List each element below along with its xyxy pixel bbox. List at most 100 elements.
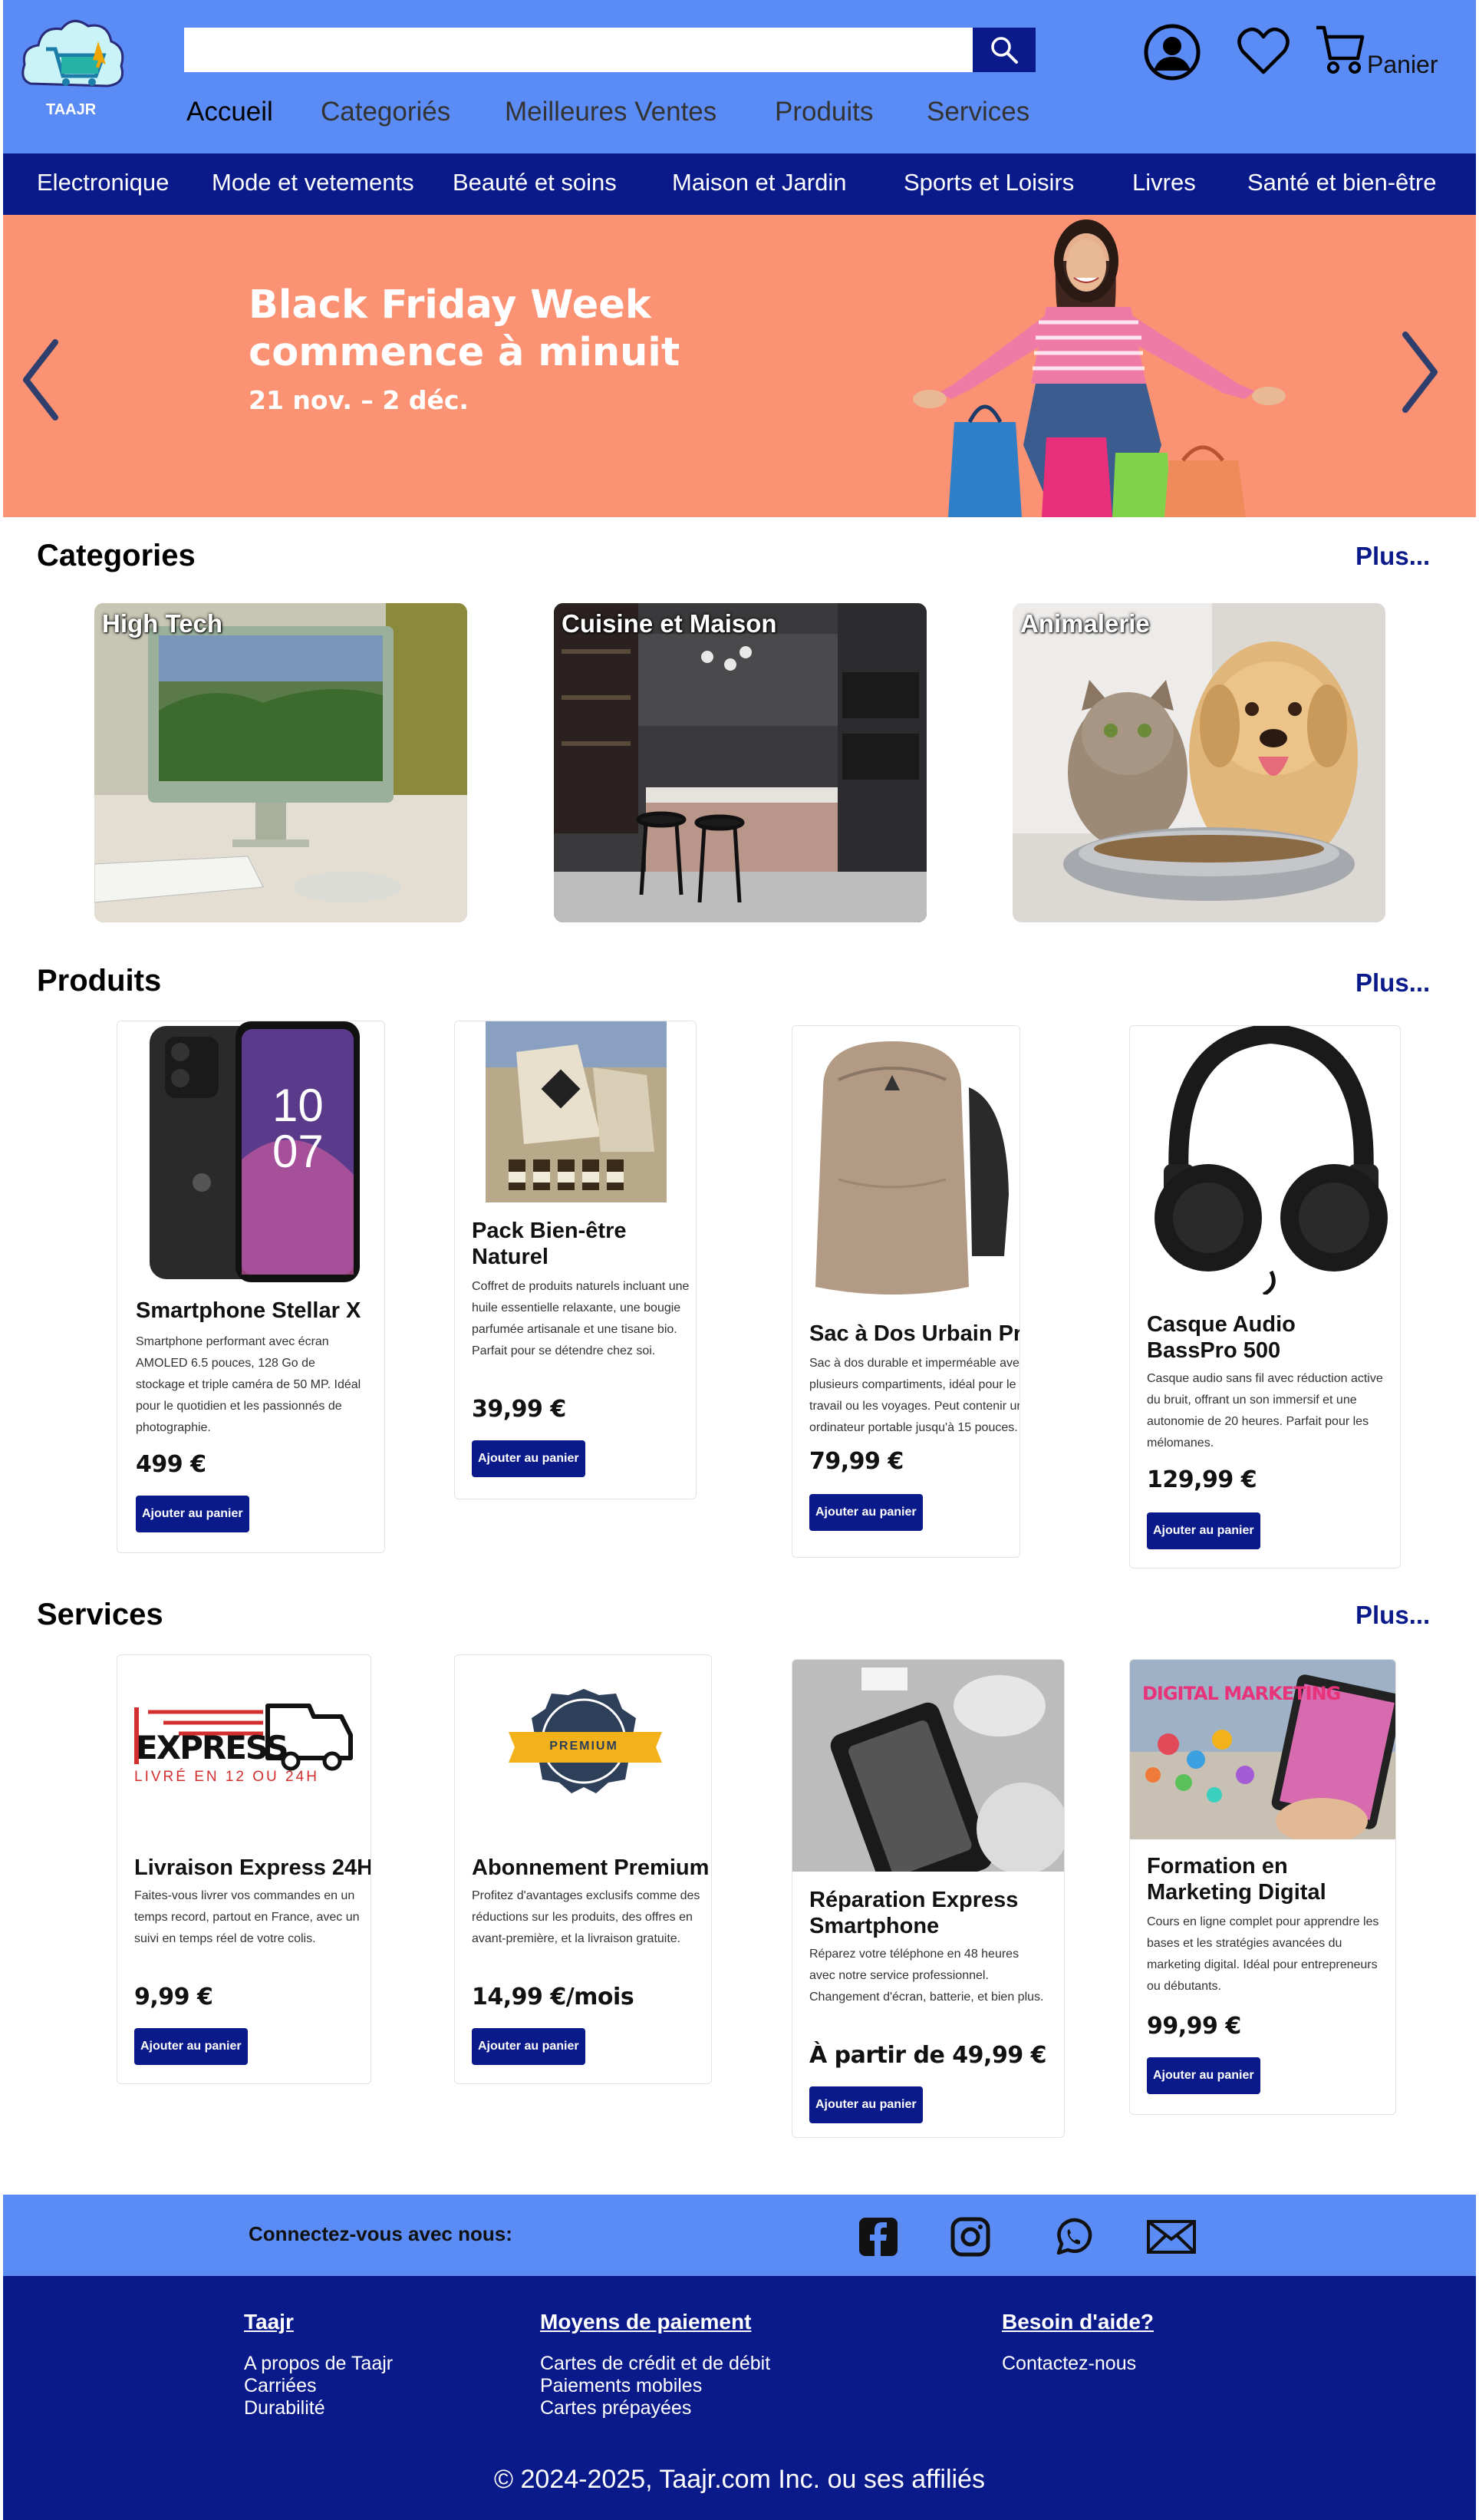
product-price: 499 €	[136, 1451, 206, 1478]
email-icon[interactable]	[1146, 2219, 1197, 2254]
service-price: 9,99 €	[134, 1984, 213, 2010]
backpack-image	[792, 1026, 1019, 1302]
service-title: Livraison Express 24H	[134, 1855, 371, 1880]
service-price: 99,99 €	[1147, 2013, 1241, 2040]
hero-dates: 21 nov. – 2 déc.	[249, 385, 469, 415]
service-description: Cours en ligne complet pour apprendre le…	[1147, 1915, 1379, 1993]
catbar-mode[interactable]: Mode et vetements	[212, 169, 414, 196]
footer-link-cartes-credit[interactable]: Cartes de crédit et de débit	[540, 2353, 770, 2375]
add-to-cart-button[interactable]: Ajouter au panier	[472, 2028, 585, 2065]
footer-col3-title[interactable]: Besoin d'aide?	[1002, 2310, 1154, 2334]
carousel-prev-icon[interactable]	[20, 338, 61, 422]
service-card-reparation-smartphone[interactable]: Réparation Express Smartphone Réparez vo…	[792, 1659, 1065, 2138]
premium-badge-text: PREMIUM	[549, 1740, 618, 1753]
services-more-link[interactable]: Plus...	[1355, 1601, 1430, 1630]
service-card-formation-marketing[interactable]: DIGITAL MARKETING Formation en Marketing…	[1129, 1659, 1396, 2115]
headphones-image	[1155, 1026, 1388, 1295]
cart-label: Panier	[1367, 51, 1438, 78]
footer-link-contact[interactable]: Contactez-nous	[1002, 2353, 1136, 2375]
service-price: 14,99 €/mois	[472, 1984, 634, 2010]
hero-title-line2: commence à minuit	[249, 330, 680, 375]
add-to-cart-button[interactable]: Ajouter au panier	[809, 1494, 923, 1531]
nav-categories[interactable]: Categoriés	[321, 97, 450, 127]
search-input[interactable]	[184, 28, 974, 72]
service-title: Abonnement Premium	[472, 1855, 710, 1880]
hero-woman-shopping-image	[913, 219, 1286, 517]
high-tech-image	[94, 603, 467, 922]
header	[3, 0, 1476, 153]
add-to-cart-button[interactable]: Ajouter au panier	[1147, 1512, 1260, 1549]
footer-link-paiements-mobiles[interactable]: Paiements mobiles	[540, 2375, 702, 2397]
product-card-pack-bien-etre[interactable]: Pack Bien-être Naturel Coffret de produi…	[454, 1021, 697, 1499]
express-logo-subtext: LIVRÉ EN 12 OU 24H	[134, 1769, 319, 1785]
kitchen-image	[554, 603, 927, 922]
search-button[interactable]	[973, 28, 1036, 72]
product-price: 129,99 €	[1147, 1466, 1257, 1493]
product-card-sac-a-dos[interactable]: Sac à Dos Urbain Pro Sac à dos durable e…	[792, 1025, 1020, 1558]
taajr-logo[interactable]: TAAJR	[15, 11, 130, 126]
catbar-sports[interactable]: Sports et Loisirs	[904, 169, 1074, 196]
add-to-cart-button[interactable]: Ajouter au panier	[134, 2028, 248, 2065]
add-to-cart-button[interactable]: Ajouter au panier	[1147, 2057, 1260, 2094]
footer-link-durabilite[interactable]: Durabilité	[244, 2397, 325, 2419]
nav-accueil[interactable]: Accueil	[186, 97, 273, 127]
account-button[interactable]	[1143, 23, 1201, 81]
smartphone-image: 10 07	[150, 1021, 360, 1282]
category-tile-cuisine-maison[interactable]: Cuisine et Maison	[554, 603, 927, 922]
service-card-livraison-express[interactable]: EXPRESS LIVRÉ EN 12 OU 24H Livraison Exp…	[117, 1654, 371, 2084]
product-title: Sac à Dos Urbain Pro	[809, 1321, 1020, 1346]
instagram-icon[interactable]	[950, 2216, 991, 2258]
catbar-electronique[interactable]: Electronique	[37, 169, 169, 196]
service-description: Profitez d'avantages exclusifs comme des…	[472, 1889, 700, 1945]
category-label-cuisine-maison: Cuisine et Maison	[562, 609, 777, 638]
wellness-pack-image	[486, 1021, 667, 1202]
product-description: Coffret de produits naturels incluant un…	[472, 1280, 690, 1357]
product-description: Smartphone performant avec écran AMOLED …	[136, 1335, 361, 1434]
product-title: Casque Audio BassPro 500	[1147, 1312, 1296, 1363]
catbar-maison[interactable]: Maison et Jardin	[672, 169, 846, 196]
heart-icon	[1237, 27, 1290, 74]
whatsapp-icon[interactable]	[1052, 2216, 1094, 2258]
copyright: © 2024-2025, Taajr.com Inc. ou ses affil…	[494, 2465, 985, 2494]
digital-marketing-banner: DIGITAL MARKETING	[1142, 1683, 1341, 1704]
hero-title-line1: Black Friday Week	[249, 282, 651, 328]
product-card-casque-audio[interactable]: Casque Audio BassPro 500 Casque audio sa…	[1129, 1025, 1401, 1568]
categories-more-link[interactable]: Plus...	[1355, 542, 1430, 571]
svg-text:07: 07	[272, 1126, 324, 1177]
service-title: Réparation Express Smartphone	[809, 1888, 1019, 1938]
footer-link-carriees[interactable]: Carriées	[244, 2375, 316, 2397]
footer-link-a-propos[interactable]: A propos de Taajr	[244, 2353, 393, 2375]
social-label: Connectez-vous avec nous:	[249, 2222, 512, 2245]
service-card-abonnement-premium[interactable]: PREMIUM Abonnement Premium Profitez d'av…	[454, 1654, 712, 2084]
add-to-cart-button[interactable]: Ajouter au panier	[136, 1496, 249, 1532]
svg-text:10: 10	[272, 1080, 324, 1131]
service-title: Formation en Marketing Digital	[1147, 1854, 1326, 1905]
product-description: Casque audio sans fil avec réduction act…	[1147, 1372, 1383, 1450]
product-title: Smartphone Stellar X	[136, 1298, 361, 1323]
category-tile-animalerie[interactable]: Animalerie	[1013, 603, 1385, 922]
cart-button[interactable]: Panier	[1313, 23, 1438, 78]
category-tile-high-tech[interactable]: High Tech	[94, 603, 467, 922]
add-to-cart-button[interactable]: Ajouter au panier	[809, 2086, 923, 2123]
service-price: À partir de 49,99 €	[809, 2042, 1047, 2069]
nav-produits[interactable]: Produits	[775, 97, 873, 127]
user-icon	[1144, 24, 1201, 81]
footer-col2-title[interactable]: Moyens de paiement	[540, 2310, 751, 2334]
products-more-link[interactable]: Plus...	[1355, 968, 1430, 998]
nav-meilleures-ventes[interactable]: Meilleures Ventes	[505, 97, 716, 127]
catbar-livres[interactable]: Livres	[1132, 169, 1196, 196]
carousel-next-icon[interactable]	[1399, 330, 1441, 414]
facebook-icon[interactable]	[858, 2216, 899, 2258]
phone-repair-image	[792, 1660, 1064, 1872]
product-title: Pack Bien-être Naturel	[472, 1219, 627, 1269]
add-to-cart-button[interactable]: Ajouter au panier	[472, 1440, 585, 1477]
product-card-smartphone[interactable]: 10 07 Smartphone Stellar X Smartphone pe…	[117, 1021, 385, 1553]
footer-link-cartes-prepayees[interactable]: Cartes prépayées	[540, 2397, 691, 2419]
wishlist-button[interactable]	[1237, 26, 1290, 77]
hero-banner[interactable]: Black Friday Week commence à minuit 21 n…	[3, 215, 1476, 517]
nav-services[interactable]: Services	[927, 97, 1029, 127]
catbar-sante[interactable]: Santé et bien-être	[1247, 169, 1436, 196]
catbar-beaute[interactable]: Beauté et soins	[453, 169, 617, 196]
footer-col1-title[interactable]: Taajr	[244, 2310, 294, 2334]
category-label-animalerie: Animalerie	[1020, 609, 1150, 638]
